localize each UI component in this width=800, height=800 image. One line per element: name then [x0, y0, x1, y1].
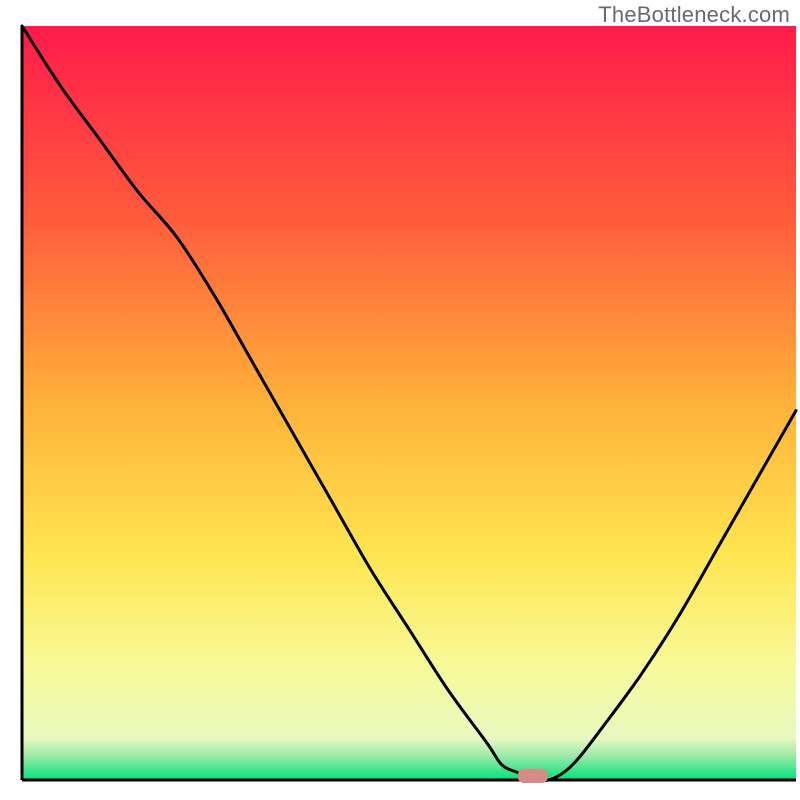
- chart-svg: [0, 0, 800, 800]
- optimal-marker: [518, 769, 548, 783]
- bottleneck-chart: TheBottleneck.com: [0, 0, 800, 800]
- attribution-label: TheBottleneck.com: [598, 2, 790, 28]
- plot-background: [22, 26, 796, 780]
